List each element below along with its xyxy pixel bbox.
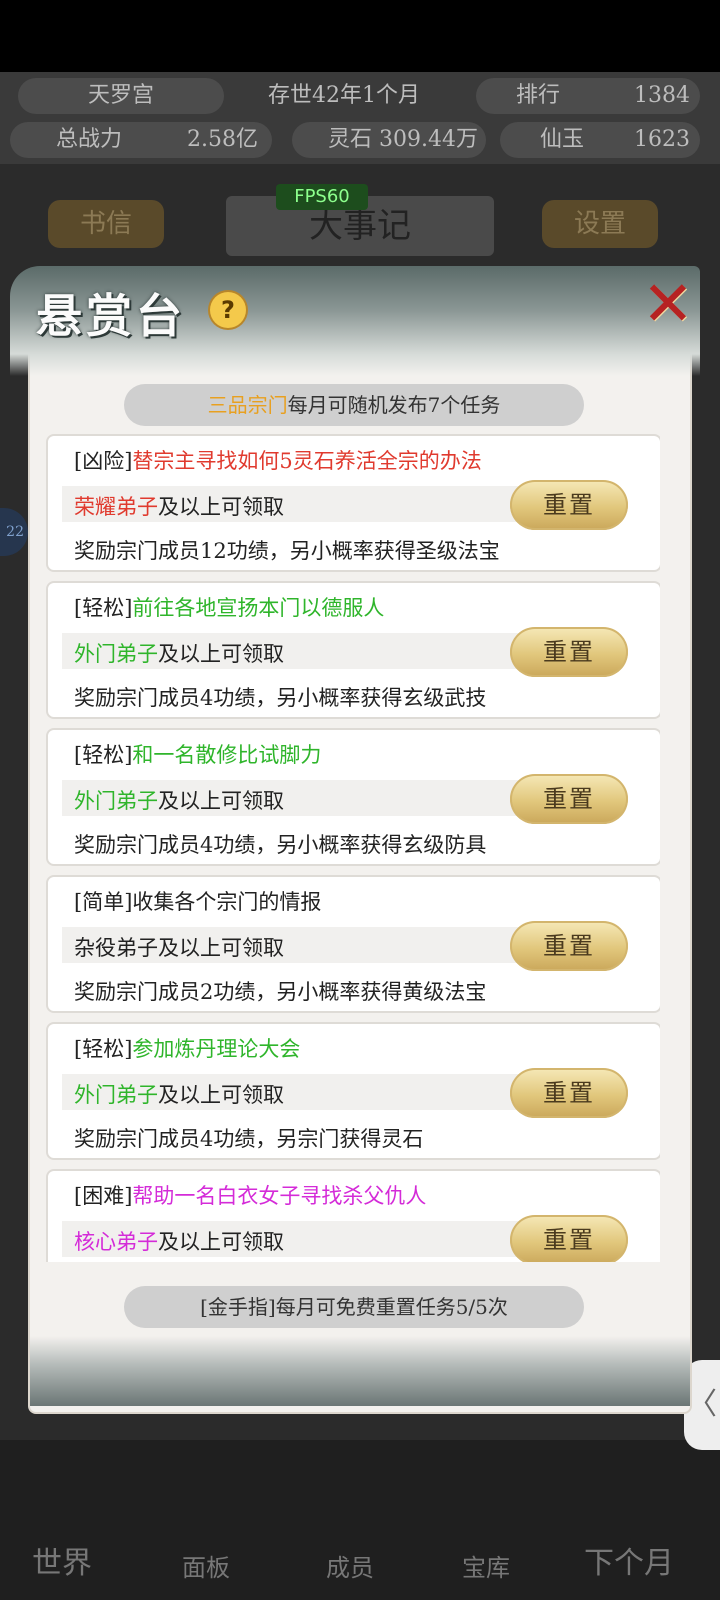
rank-value: 1384: [634, 83, 690, 108]
nav-treasury[interactable]: 宝库: [462, 1548, 510, 1583]
jade-display[interactable]: 仙玉 1623: [500, 122, 700, 158]
task-name: 前往各地宣扬本门以德服人: [132, 596, 385, 620]
spirit-stone-label: 灵石: [328, 127, 373, 152]
close-icon[interactable]: ✕: [640, 273, 696, 335]
task-name: 参加炼丹理论大会: [132, 1037, 301, 1061]
task-requirement-suffix: 及以上可领取: [158, 936, 284, 960]
task-card: [凶险]替宗主寻找如何5灵石养活全宗的办法 荣耀弟子及以上可领取 奖励宗门成员1…: [46, 434, 660, 572]
nav-next-month[interactable]: 下个月: [584, 1538, 674, 1582]
nav-panel[interactable]: 面板: [182, 1548, 230, 1583]
spirit-stone-display[interactable]: 灵石 309.44万: [292, 122, 486, 158]
task-name: 替宗主寻找如何5灵石养活全宗的办法: [132, 449, 482, 473]
power-display: 总战力 2.58亿: [10, 122, 272, 158]
task-reward: 奖励宗门成员2功绩，另小概率获得黄级法宝: [74, 980, 487, 1004]
task-card: [轻松]参加炼丹理论大会 外门弟子及以上可领取 奖励宗门成员4功绩，另宗门获得灵…: [46, 1022, 660, 1160]
jade-value: 1623: [634, 127, 690, 152]
reset-button[interactable]: 重置: [510, 1215, 628, 1262]
power-value: 2.58亿: [187, 127, 258, 152]
fps-counter: FPS60: [276, 184, 368, 210]
task-name: 收集各个宗门的情报: [132, 890, 322, 914]
task-rank: 外门弟子: [74, 1083, 158, 1107]
task-list[interactable]: [凶险]替宗主寻找如何5灵石养活全宗的办法 荣耀弟子及以上可领取 奖励宗门成员1…: [46, 432, 660, 1262]
game-header: 天罗宫 存世42年1个月 排行 1384 总战力 2.58亿 灵石 309.44…: [0, 72, 720, 164]
reset-button[interactable]: 重置: [510, 921, 628, 971]
rank-label: 排行: [516, 83, 561, 108]
task-reward: 奖励宗门成员4功绩，另小概率获得玄级武技: [74, 686, 487, 710]
game-time: 存世42年1个月: [268, 83, 420, 108]
task-requirement-suffix: 及以上可领取: [158, 642, 284, 666]
modal-title: 悬赏台: [36, 289, 186, 343]
sect-level-banner: 三品宗门每月可随机发布7个任务: [124, 384, 584, 426]
task-difficulty: [轻松]: [74, 743, 133, 767]
nav-world[interactable]: 世界: [32, 1538, 92, 1582]
settings-button[interactable]: 设置: [542, 200, 658, 248]
task-requirement: 外门弟子及以上可领取: [74, 1080, 284, 1110]
task-card: [轻松]和一名散修比试脚力 外门弟子及以上可领取 奖励宗门成员4功绩，另小概率获…: [46, 728, 660, 866]
task-reward: 奖励宗门成员4功绩，另小概率获得玄级防具: [74, 833, 487, 857]
task-title: [困难]帮助一名白衣女子寻找杀父仇人: [74, 1181, 426, 1211]
task-title: [轻松]前往各地宣扬本门以德服人: [74, 593, 384, 623]
task-rank: 荣耀弟子: [74, 495, 158, 519]
task-difficulty: [轻松]: [74, 596, 133, 620]
rank-display[interactable]: 排行 1384: [476, 78, 700, 114]
task-card: [困难]帮助一名白衣女子寻找杀父仇人 核心弟子及以上可领取 重置: [46, 1169, 660, 1262]
letters-button[interactable]: 书信: [48, 200, 164, 248]
task-title: [简单]收集各个宗门的情报: [74, 887, 321, 917]
task-difficulty: [轻松]: [74, 1037, 133, 1061]
task-requirement: 外门弟子及以上可领取: [74, 786, 284, 816]
free-reset-counter: [金手指]每月可免费重置任务5/5次: [124, 1286, 584, 1328]
help-icon[interactable]: ?: [210, 292, 246, 328]
task-difficulty: [困难]: [74, 1184, 133, 1208]
power-label: 总战力: [56, 127, 123, 152]
sect-level-text: 每月可随机发布7个任务: [287, 393, 501, 417]
task-title: [凶险]替宗主寻找如何5灵石养活全宗的办法: [74, 446, 482, 476]
reset-button[interactable]: 重置: [510, 480, 628, 530]
task-title: [轻松]参加炼丹理论大会: [74, 1034, 300, 1064]
task-rank: 核心弟子: [74, 1230, 158, 1254]
task-name: 帮助一名白衣女子寻找杀父仇人: [132, 1184, 427, 1208]
task-requirement-suffix: 及以上可领取: [158, 1230, 284, 1254]
status-bar: [0, 0, 720, 72]
task-card: [简单]收集各个宗门的情报 杂役弟子及以上可领取 奖励宗门成员2功绩，另小概率获…: [46, 875, 660, 1013]
task-difficulty: [凶险]: [74, 449, 133, 473]
reset-button[interactable]: 重置: [510, 1068, 628, 1118]
task-requirement-suffix: 及以上可领取: [158, 1083, 284, 1107]
task-requirement-suffix: 及以上可领取: [158, 495, 284, 519]
task-requirement: 荣耀弟子及以上可领取: [74, 492, 284, 522]
jade-label: 仙玉: [540, 127, 585, 152]
reset-button[interactable]: 重置: [510, 774, 628, 824]
spirit-stone-value: 309.44万: [379, 127, 478, 152]
task-requirement: 核心弟子及以上可领取: [74, 1227, 284, 1257]
task-requirement: 外门弟子及以上可领取: [74, 639, 284, 669]
sect-level-highlight: 三品宗门: [207, 393, 288, 417]
task-rank: 杂役弟子: [74, 936, 158, 960]
nav-members[interactable]: 成员: [326, 1548, 374, 1583]
task-reward: 奖励宗门成员12功绩，另小概率获得圣级法宝: [74, 539, 500, 563]
task-name: 和一名散修比试脚力: [132, 743, 322, 767]
task-rank: 外门弟子: [74, 642, 158, 666]
task-title: [轻松]和一名散修比试脚力: [74, 740, 321, 770]
task-rank: 外门弟子: [74, 789, 158, 813]
modal-footer-decoration: [30, 1336, 690, 1406]
task-card: [轻松]前往各地宣扬本门以德服人 外门弟子及以上可领取 奖励宗门成员4功绩，另小…: [46, 581, 660, 719]
reset-button[interactable]: 重置: [510, 627, 628, 677]
task-reward: 奖励宗门成员4功绩，另宗门获得灵石: [74, 1127, 424, 1151]
task-requirement: 杂役弟子及以上可领取: [74, 933, 284, 963]
task-difficulty: [简单]: [74, 890, 133, 914]
sect-name: 天罗宫: [18, 78, 224, 114]
task-requirement-suffix: 及以上可领取: [158, 789, 284, 813]
